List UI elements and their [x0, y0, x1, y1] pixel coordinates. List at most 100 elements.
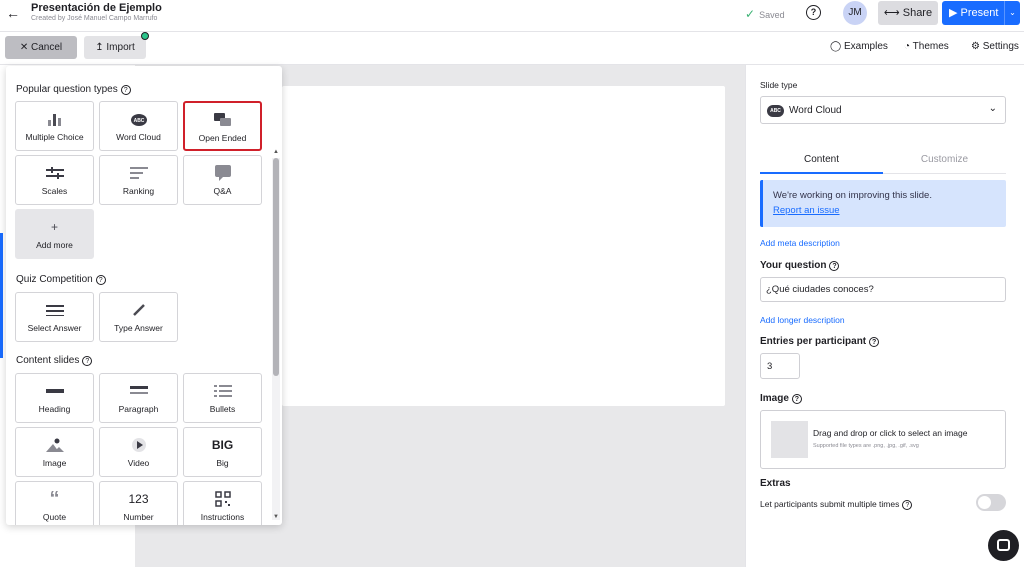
tab-content[interactable]: Content	[760, 154, 883, 174]
cancel-button[interactable]: ✕ Cancel	[5, 36, 77, 59]
image-icon	[16, 438, 93, 452]
tile-image[interactable]: Image	[15, 427, 94, 477]
scroll-down-arrow[interactable]: ▼	[273, 514, 279, 520]
entries-label: Entries per participant?	[760, 336, 880, 347]
slide-type-select[interactable]: ABC Word Cloud ⌄	[760, 96, 1006, 124]
quiz-section-title: Quiz Competition?	[16, 274, 106, 285]
chevron-down-icon: ⌄	[988, 103, 997, 114]
tile-scales[interactable]: Scales	[15, 155, 94, 205]
extras-label: Extras	[760, 478, 791, 489]
tile-label: Scales	[41, 186, 68, 196]
tile-label: Video	[127, 458, 150, 468]
image-dropzone[interactable]: Drag and drop or click to select an imag…	[760, 410, 1006, 469]
sliders-icon	[16, 166, 93, 180]
multiple-submit-label: Let participants submit multiple times?	[760, 499, 913, 510]
play-icon: ▶	[949, 7, 958, 19]
help-icon[interactable]: ?	[869, 337, 880, 347]
examples-link[interactable]: ◯ Examples	[830, 41, 888, 52]
your-question-label: Your question?	[760, 260, 840, 271]
share-button[interactable]: ⟷ Share	[878, 1, 938, 25]
tile-paragraph[interactable]: Paragraph	[99, 373, 178, 423]
help-icon[interactable]: ?	[82, 356, 93, 366]
tile-quote[interactable]: “ Quote	[15, 481, 94, 525]
word-cloud-icon: ABC	[100, 112, 177, 126]
tile-label: Word Cloud	[116, 132, 161, 142]
palette-icon: ◔	[904, 41, 911, 52]
tile-label: Bullets	[209, 404, 236, 414]
qr-code-icon	[184, 491, 261, 507]
tile-multiple-choice[interactable]: Multiple Choice	[15, 101, 94, 151]
tile-bullets[interactable]: Bullets	[183, 373, 262, 423]
import-label: Import	[106, 42, 135, 53]
settings-link[interactable]: ⚙ Settings	[971, 41, 1019, 52]
arrow-left-icon[interactable]: ←	[6, 5, 20, 21]
scroll-up-arrow[interactable]: ▲	[273, 149, 279, 155]
tab-customize[interactable]: Customize	[883, 154, 1006, 174]
tile-label: Multiple Choice	[25, 132, 84, 142]
tile-label: Open Ended	[198, 133, 247, 143]
tile-qa[interactable]: Q&A	[183, 155, 262, 205]
avatar[interactable]: JM	[843, 1, 867, 25]
tile-big[interactable]: BIG Big	[183, 427, 262, 477]
presentation-title[interactable]: Presentación de Ejemplo	[31, 2, 162, 14]
scrollbar-thumb[interactable]	[273, 158, 279, 376]
quote-icon: “	[49, 487, 60, 510]
tile-open-ended[interactable]: Open Ended	[183, 101, 262, 151]
help-icon[interactable]: ?	[806, 5, 821, 20]
saved-label: Saved	[759, 10, 785, 20]
tile-video[interactable]: Video	[99, 427, 178, 477]
multiple-submit-toggle[interactable]	[976, 494, 1006, 511]
cancel-label: Cancel	[31, 42, 63, 53]
tile-ranking[interactable]: Ranking	[99, 155, 178, 205]
popular-section-title: Popular question types?	[16, 84, 131, 95]
top-header: ← Presentación de Ejemplo Created by Jos…	[0, 0, 1024, 32]
content-section-title: Content slides?	[16, 355, 93, 366]
bar-chart-icon	[16, 112, 93, 126]
heading-icon	[16, 384, 93, 398]
tile-label: Ranking	[122, 186, 155, 196]
import-button[interactable]: ↥ Import	[84, 36, 146, 59]
tile-label: Select Answer	[27, 323, 82, 333]
tile-number[interactable]: 123 Number	[99, 481, 178, 525]
big-text-icon: BIG	[211, 438, 234, 452]
settings-label: Settings	[982, 41, 1019, 52]
lightbulb-icon: ◯	[830, 41, 842, 52]
help-icon[interactable]: ?	[902, 500, 913, 510]
add-longer-description-link[interactable]: Add longer description	[760, 315, 845, 325]
themes-link[interactable]: ◔ Themes	[904, 41, 949, 52]
present-label: Present	[960, 7, 999, 19]
tile-word-cloud[interactable]: ABC Word Cloud	[99, 101, 178, 151]
tile-add-more[interactable]: + Add more	[15, 209, 94, 259]
dropzone-subtext: Supported file types are .png, .jpg, .gi…	[813, 443, 919, 449]
menu-scrollbar[interactable]	[272, 158, 280, 520]
list-lines-icon	[16, 303, 93, 317]
close-icon: ✕	[19, 42, 29, 53]
toolbar: ✕ Cancel ↥ Import ◯ Examples ◔ Themes ⚙ …	[0, 32, 1024, 65]
help-icon[interactable]: ?	[95, 275, 106, 285]
report-issue-link[interactable]: Report an issue	[773, 205, 840, 216]
tile-heading[interactable]: Heading	[15, 373, 94, 423]
add-meta-description-link[interactable]: Add meta description	[760, 238, 840, 248]
selected-slide-indicator	[0, 233, 3, 358]
help-icon[interactable]: ?	[791, 394, 802, 404]
help-icon[interactable]: ?	[829, 261, 840, 271]
gear-icon: ⚙	[971, 41, 980, 52]
saved-status: ✓ Saved	[745, 7, 785, 21]
entries-input[interactable]: 3	[760, 353, 800, 379]
chat-support-button[interactable]	[988, 530, 1019, 561]
tile-label: Image	[42, 458, 67, 468]
image-placeholder	[771, 421, 808, 458]
tile-label: Instructions	[200, 512, 245, 522]
slide-settings-panel: Slide type ABC Word Cloud ⌄ Content Cust…	[745, 65, 1024, 567]
chevron-down-icon[interactable]: ⌄	[1004, 1, 1020, 25]
tile-instructions[interactable]: Instructions	[183, 481, 262, 525]
slide-canvas[interactable]	[282, 86, 725, 406]
question-input[interactable]: ¿Qué ciudades conoces?	[760, 277, 1006, 302]
tile-select-answer[interactable]: Select Answer	[15, 292, 94, 342]
check-icon: ✓	[745, 7, 756, 21]
present-button[interactable]: ▶ Present ⌄	[942, 1, 1020, 25]
number-icon: 123	[128, 492, 149, 506]
tile-label: Big	[216, 458, 229, 468]
help-icon[interactable]: ?	[120, 85, 131, 95]
tile-type-answer[interactable]: Type Answer	[99, 292, 178, 342]
